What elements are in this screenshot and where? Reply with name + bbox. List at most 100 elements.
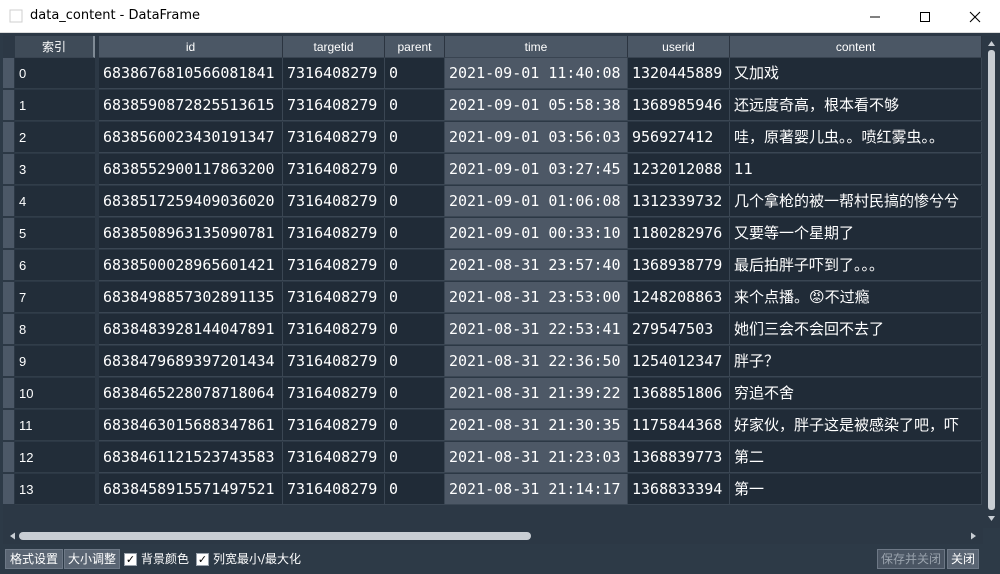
cell-id[interactable]: 6838676810566081841: [99, 58, 283, 89]
table-row[interactable]: 6838498857302891135 7316408279 0 2021-08-31…: [99, 282, 982, 314]
cell-targetid[interactable]: 7316408279: [283, 58, 385, 89]
cell-time[interactable]: 2021-09-01 11:40:08: [445, 58, 628, 89]
cell-id[interactable]: 6838498857302891135: [99, 282, 283, 313]
cell-targetid[interactable]: 7316408279: [283, 282, 385, 313]
cell-userid[interactable]: 1368985946: [628, 90, 730, 121]
cell-id[interactable]: 6838508963135090781: [99, 218, 283, 249]
cell-content[interactable]: 她们三会不会回不去了: [730, 314, 982, 345]
column-header-targetid[interactable]: targetid: [283, 36, 385, 58]
cell-userid[interactable]: 279547503: [628, 314, 730, 345]
resize-button[interactable]: 大小调整: [64, 549, 120, 569]
cell-userid[interactable]: 1320445889: [628, 58, 730, 89]
row-selector[interactable]: [3, 442, 14, 473]
table-row[interactable]: 6838500028965601421 7316408279 0 2021-08-31…: [99, 250, 982, 282]
cell-time[interactable]: 2021-08-31 22:53:41: [445, 314, 628, 345]
column-header-id[interactable]: id: [99, 36, 283, 58]
cell-content[interactable]: 又要等一个星期了: [730, 218, 982, 249]
checkbox-checked-icon[interactable]: ✓: [124, 552, 137, 566]
table-row[interactable]: 6838676810566081841 7316408279 0 2021-09-01…: [99, 58, 982, 90]
cell-id[interactable]: 6838479689397201434: [99, 346, 283, 377]
cell-targetid[interactable]: 7316408279: [283, 378, 385, 409]
cell-userid[interactable]: 1248208863: [628, 282, 730, 313]
cell-parent[interactable]: 0: [385, 282, 445, 313]
scroll-down-arrow-icon[interactable]: [986, 512, 997, 524]
column-header-content[interactable]: content: [730, 36, 982, 58]
row-selector[interactable]: [3, 186, 14, 217]
scroll-right-arrow-icon[interactable]: [967, 530, 979, 542]
cell-targetid[interactable]: 7316408279: [283, 314, 385, 345]
cell-id[interactable]: 6838500028965601421: [99, 250, 283, 281]
cell-parent[interactable]: 0: [385, 58, 445, 89]
row-selector[interactable]: [3, 410, 14, 441]
table-row[interactable]: 6838508963135090781 7316408279 0 2021-09-01…: [99, 218, 982, 250]
row-selector[interactable]: [3, 90, 14, 121]
row-header[interactable]: 0: [3, 58, 99, 90]
cell-parent[interactable]: 0: [385, 90, 445, 121]
cell-id[interactable]: 6838560023430191347: [99, 122, 283, 153]
row-selector[interactable]: [3, 154, 14, 185]
cell-userid[interactable]: 1368851806: [628, 378, 730, 409]
row-header[interactable]: 13: [3, 474, 99, 506]
row-selector[interactable]: [3, 474, 14, 505]
horizontal-scrollbar[interactable]: [3, 528, 983, 544]
table-row[interactable]: 6838465228078718064 7316408279 0 2021-08-31…: [99, 378, 982, 410]
table-row[interactable]: 6838461121523743583 7316408279 0 2021-08-31…: [99, 442, 982, 474]
cell-userid[interactable]: 1368833394: [628, 474, 730, 505]
cell-time[interactable]: 2021-08-31 23:53:00: [445, 282, 628, 313]
row-selector[interactable]: [3, 378, 14, 409]
row-header[interactable]: 12: [3, 442, 99, 474]
checkbox-checked-icon[interactable]: ✓: [196, 552, 209, 566]
cell-id[interactable]: 6838463015688347861: [99, 410, 283, 441]
cell-content[interactable]: 哇，原著婴儿虫。。喷红雾虫。。: [730, 122, 982, 153]
horizontal-scroll-thumb[interactable]: [19, 532, 531, 540]
row-header[interactable]: 6: [3, 250, 99, 282]
table-row[interactable]: 6838552900117863200 7316408279 0 2021-09-01…: [99, 154, 982, 186]
cell-userid[interactable]: 1254012347: [628, 346, 730, 377]
cell-id[interactable]: 6838517259409036020: [99, 186, 283, 217]
cell-parent[interactable]: 0: [385, 154, 445, 185]
row-header[interactable]: 5: [3, 218, 99, 250]
cell-time[interactable]: 2021-09-01 05:58:38: [445, 90, 628, 121]
cell-parent[interactable]: 0: [385, 442, 445, 473]
cell-content[interactable]: 来个点播。😡不过瘾: [730, 282, 982, 313]
cell-id[interactable]: 6838461121523743583: [99, 442, 283, 473]
row-header[interactable]: 1: [3, 90, 99, 122]
index-column-header[interactable]: 索引: [15, 36, 95, 58]
table-row[interactable]: 6838590872825513615 7316408279 0 2021-09-01…: [99, 90, 982, 122]
scroll-up-arrow-icon[interactable]: [986, 38, 997, 50]
cell-targetid[interactable]: 7316408279: [283, 90, 385, 121]
cell-targetid[interactable]: 7316408279: [283, 154, 385, 185]
cell-userid[interactable]: 1368839773: [628, 442, 730, 473]
cell-userid[interactable]: 956927412: [628, 122, 730, 153]
table-row[interactable]: 6838463015688347861 7316408279 0 2021-08-31…: [99, 410, 982, 442]
cell-content[interactable]: 最后拍胖子吓到了。。。: [730, 250, 982, 281]
row-header[interactable]: 11: [3, 410, 99, 442]
scroll-left-arrow-icon[interactable]: [7, 530, 19, 542]
cell-content[interactable]: 11: [730, 154, 982, 185]
row-header[interactable]: 4: [3, 186, 99, 218]
cell-userid[interactable]: 1368938779: [628, 250, 730, 281]
format-settings-button[interactable]: 格式设置: [5, 549, 63, 569]
row-header[interactable]: 3: [3, 154, 99, 186]
cell-id[interactable]: 6838590872825513615: [99, 90, 283, 121]
cell-userid[interactable]: 1175844368: [628, 410, 730, 441]
row-selector[interactable]: [3, 218, 14, 249]
cell-targetid[interactable]: 7316408279: [283, 250, 385, 281]
cell-time[interactable]: 2021-08-31 21:30:35: [445, 410, 628, 441]
cell-parent[interactable]: 0: [385, 346, 445, 377]
cell-time[interactable]: 2021-09-01 03:56:03: [445, 122, 628, 153]
table-row[interactable]: 6838458915571497521 7316408279 0 2021-08-31…: [99, 474, 982, 506]
cell-userid[interactable]: 1180282976: [628, 218, 730, 249]
row-selector[interactable]: [3, 346, 14, 377]
cell-content[interactable]: 第一: [730, 474, 982, 505]
cell-content[interactable]: 第二: [730, 442, 982, 473]
cell-userid[interactable]: 1232012088: [628, 154, 730, 185]
row-selector[interactable]: [3, 58, 14, 89]
table-row[interactable]: 6838517259409036020 7316408279 0 2021-09-01…: [99, 186, 982, 218]
cell-id[interactable]: 6838483928144047891: [99, 314, 283, 345]
cell-targetid[interactable]: 7316408279: [283, 122, 385, 153]
cell-time[interactable]: 2021-08-31 21:23:03: [445, 442, 628, 473]
cell-parent[interactable]: 0: [385, 122, 445, 153]
row-selector[interactable]: [3, 314, 14, 345]
column-width-minmax-checkbox[interactable]: ✓ 列宽最小/最大化: [196, 551, 301, 567]
